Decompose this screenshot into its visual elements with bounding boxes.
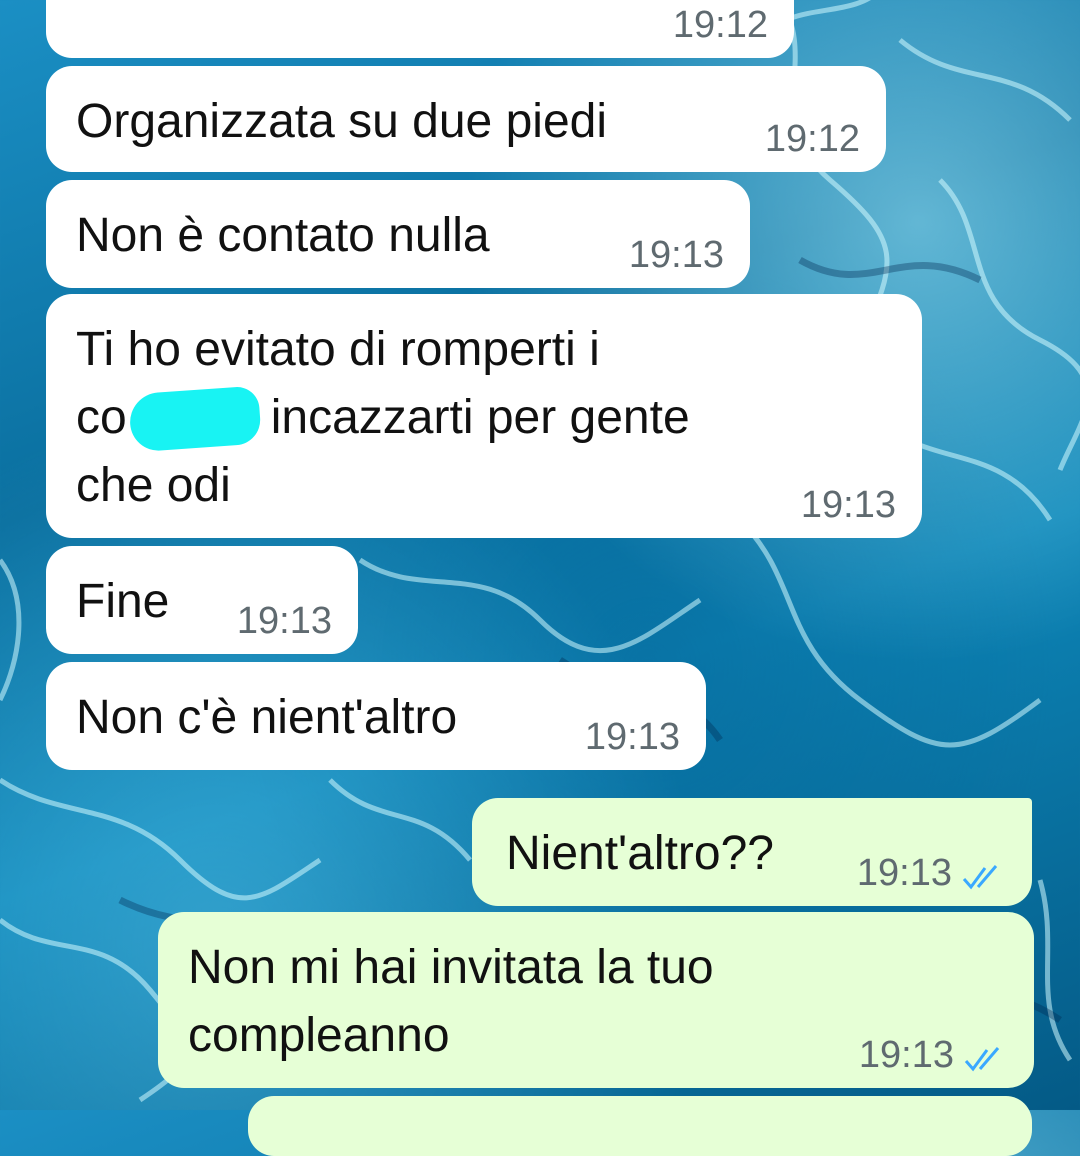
message-bubble-incoming[interactable]: Fine 19:13	[46, 546, 358, 654]
message-bubble-incoming[interactable]: Non è contato nulla 19:13	[46, 180, 750, 288]
message-bubble-incoming[interactable]: Non c'è nient'altro 19:13	[46, 662, 706, 770]
message-text: Non mi hai invitata la tuo compleanno	[188, 941, 714, 1062]
message-text: Organizzata su due piedi	[76, 95, 607, 148]
message-text: Non è contato nulla	[76, 209, 490, 262]
message-text: Non c'è nient'altro	[76, 691, 458, 744]
message-timestamp: 19:12	[672, 4, 768, 46]
message-bubble-outgoing[interactable]: Nient'altro?? 19:13	[472, 798, 1032, 906]
redaction-blob	[128, 385, 262, 453]
read-double-check-icon	[962, 865, 998, 890]
message-timestamp: 19:13	[584, 716, 680, 758]
message-bubble-outgoing[interactable]: Non mi hai invitata la tuo compleanno 19…	[158, 912, 1034, 1088]
read-double-check-icon	[964, 1047, 1000, 1072]
message-bubble-incoming[interactable]: Organizzata su due piedi 19:12	[46, 66, 886, 172]
message-timestamp: 19:13	[858, 1034, 954, 1076]
message-text: Fine	[76, 575, 170, 628]
message-bubble-outgoing-partial[interactable]	[248, 1096, 1032, 1156]
message-bubble-incoming[interactable]: 19:12	[46, 0, 794, 58]
message-timestamp: 19:13	[236, 600, 332, 642]
message-timestamp: 19:13	[628, 234, 724, 276]
message-text: Nient'altro??	[506, 827, 774, 880]
message-timestamp: 19:13	[856, 852, 952, 894]
message-timestamp: 19:12	[764, 118, 860, 160]
message-timestamp: 19:13	[800, 484, 896, 526]
